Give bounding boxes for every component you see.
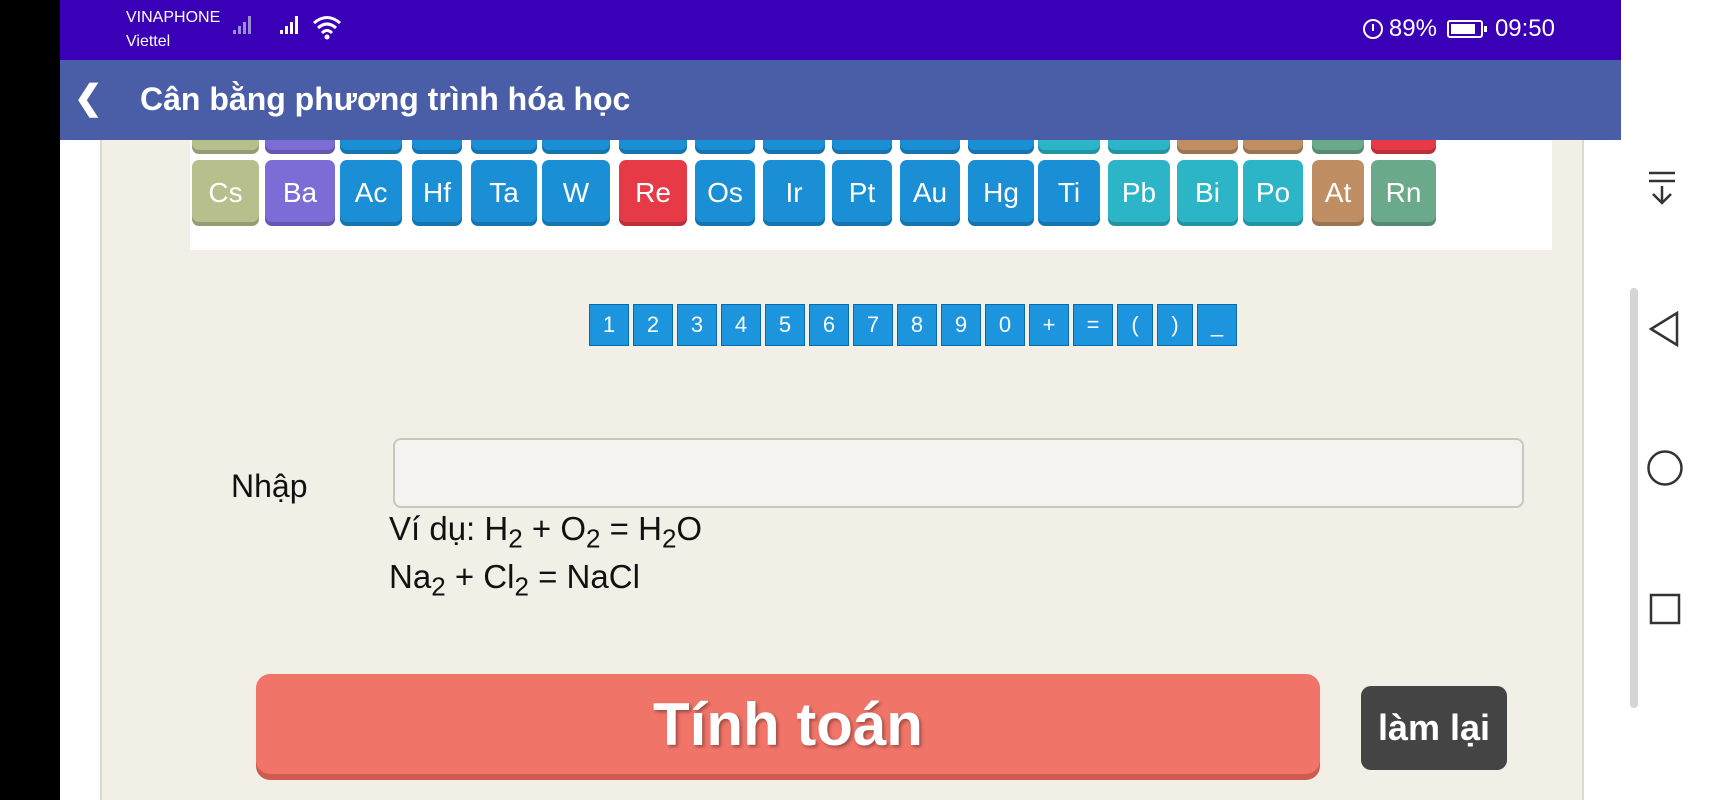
keypad-key-4[interactable]: 4 bbox=[721, 304, 761, 346]
input-label: Nhập bbox=[231, 468, 308, 504]
element-key-cd[interactable]: Cd bbox=[968, 140, 1034, 154]
element-key-pb[interactable]: Pb bbox=[1108, 160, 1170, 226]
element-key-ag[interactable]: Ag bbox=[900, 140, 960, 154]
equation-input[interactable] bbox=[393, 438, 1524, 508]
element-key-mo[interactable]: Mo bbox=[542, 140, 610, 154]
carrier-name-2: Viettel bbox=[126, 33, 171, 50]
element-key-ir[interactable]: Ir bbox=[763, 160, 825, 226]
element-key-po[interactable]: Po bbox=[1243, 160, 1303, 226]
keypad-key-plus[interactable]: + bbox=[1029, 304, 1069, 346]
keypad-key-open-paren[interactable]: ( bbox=[1117, 304, 1153, 346]
clock: 09:50 bbox=[1494, 15, 1555, 42]
element-key-ta[interactable]: Ta bbox=[471, 160, 537, 226]
app-bar: ❮ Cân bằng phương trình hóa học bbox=[60, 60, 1621, 140]
back-icon[interactable]: ❮ bbox=[74, 78, 103, 118]
example-line-1: Ví dụ: H2 + O2 = H2O bbox=[389, 510, 702, 555]
collapse-down-icon[interactable] bbox=[1647, 170, 1677, 206]
example-2-term-b: Cl2 bbox=[483, 558, 529, 602]
example-1-term-c: H2O bbox=[638, 510, 703, 554]
element-key-te[interactable]: Te bbox=[1243, 140, 1303, 154]
element-key-sb[interactable]: Sb bbox=[1177, 140, 1238, 154]
element-key-cs[interactable]: Cs bbox=[192, 160, 259, 226]
example-2-term-a: Na2 bbox=[389, 558, 446, 602]
system-nav-bar bbox=[1621, 0, 1712, 800]
element-key-rh[interactable]: Rh bbox=[763, 140, 825, 154]
example-1-term-a: H2 bbox=[484, 510, 523, 554]
status-right-group: 89% 09:50 bbox=[1362, 15, 1555, 43]
element-key-bi[interactable]: Bi bbox=[1177, 160, 1238, 226]
element-key-sn[interactable]: Sn bbox=[1108, 140, 1170, 154]
keypad-key-2[interactable]: 2 bbox=[633, 304, 673, 346]
keypad-key-8[interactable]: 8 bbox=[897, 304, 937, 346]
battery-icon bbox=[1446, 20, 1487, 38]
wifi-icon bbox=[313, 16, 341, 40]
periodic-table: Rb Sr Y Zr Nb Mo Tc Ru Rh Pd Ag Cd In Sn Sb Te I Xe CsBaAc… bbox=[190, 140, 1552, 250]
element-key-i[interactable]: I bbox=[1312, 140, 1364, 154]
status-bar: VINAPHONE Viettel 89% 09:50 bbox=[60, 0, 1621, 60]
scrollbar[interactable] bbox=[1630, 288, 1638, 708]
element-key-hg[interactable]: Hg bbox=[968, 160, 1034, 226]
keypad-key-6[interactable]: 6 bbox=[809, 304, 849, 346]
home-circle-icon[interactable] bbox=[1646, 449, 1684, 487]
keypad-key-7[interactable]: 7 bbox=[853, 304, 893, 346]
element-key-re[interactable]: Re bbox=[619, 160, 687, 226]
element-key-sr[interactable]: Sr bbox=[265, 140, 335, 154]
element-key-ru[interactable]: Ru bbox=[695, 140, 755, 154]
reset-button[interactable]: làm lại bbox=[1361, 686, 1507, 770]
main-content: Rb Sr Y Zr Nb Mo Tc Ru Rh Pd Ag Cd In Sn Sb Te I Xe CsBaAc… bbox=[60, 140, 1621, 800]
example-2-equals: = bbox=[538, 558, 558, 595]
element-key-rb[interactable]: Rb bbox=[192, 140, 259, 154]
element-key-ba[interactable]: Ba bbox=[265, 160, 335, 226]
element-key-zr[interactable]: Zr bbox=[412, 140, 462, 154]
keypad-key-3[interactable]: 3 bbox=[677, 304, 717, 346]
page-title: Cân bằng phương trình hóa học bbox=[140, 81, 631, 117]
element-key-os[interactable]: Os bbox=[695, 160, 755, 226]
keypad-key-0[interactable]: 0 bbox=[985, 304, 1025, 346]
element-key-pd[interactable]: Pd bbox=[832, 140, 892, 154]
element-key-ti[interactable]: Ti bbox=[1038, 160, 1100, 226]
battery-percent: 89% bbox=[1388, 15, 1437, 42]
element-key-ac[interactable]: Ac bbox=[340, 160, 402, 226]
back-triangle-icon[interactable] bbox=[1648, 311, 1680, 347]
example-2-plus: + bbox=[454, 558, 475, 595]
keypad-key-5[interactable]: 5 bbox=[765, 304, 805, 346]
alarm-icon bbox=[1362, 19, 1383, 39]
element-key-tc[interactable]: Tc bbox=[619, 140, 687, 154]
element-key-hf[interactable]: Hf bbox=[412, 160, 462, 226]
example-2-term-c: NaCl bbox=[566, 558, 640, 595]
example-1-term-b: O2 bbox=[560, 510, 601, 554]
keypad-key-1[interactable]: 1 bbox=[589, 304, 629, 346]
example-1-plus: + bbox=[531, 510, 552, 547]
element-key-pt[interactable]: Pt bbox=[832, 160, 892, 226]
symbol-keypad: 1 2 3 4 5 6 7 8 9 0 + =() _ bbox=[589, 304, 1237, 346]
element-key-xe[interactable]: Xe bbox=[1371, 140, 1436, 154]
keypad-key-close-paren[interactable]: ) bbox=[1157, 304, 1193, 346]
element-key-nb[interactable]: Nb bbox=[471, 140, 537, 154]
keypad-key-9[interactable]: 9 bbox=[941, 304, 981, 346]
carrier-name-1: VINAPHONE bbox=[126, 9, 221, 26]
element-key-y[interactable]: Y bbox=[340, 140, 402, 154]
keypad-key-equals[interactable]: = bbox=[1073, 304, 1113, 346]
example-1-equals: = bbox=[609, 510, 629, 547]
recents-square-icon[interactable] bbox=[1649, 593, 1681, 625]
example-prefix: Ví dụ: bbox=[389, 510, 476, 547]
element-key-rn[interactable]: Rn bbox=[1371, 160, 1436, 226]
element-key-au[interactable]: Au bbox=[900, 160, 960, 226]
example-line-2: Na2 + Cl2 = NaCl bbox=[389, 558, 640, 603]
element-key-at[interactable]: At bbox=[1312, 160, 1364, 226]
keypad-key-underscore[interactable]: _ bbox=[1197, 304, 1237, 346]
calculator-panel: Rb Sr Y Zr Nb Mo Tc Ru Rh Pd Ag Cd In Sn Sb Te I Xe CsBaAc… bbox=[100, 140, 1584, 800]
element-key-in[interactable]: In bbox=[1038, 140, 1100, 154]
element-key-w[interactable]: W bbox=[542, 160, 610, 226]
signal-icon bbox=[233, 16, 253, 34]
signal-icon bbox=[280, 16, 300, 34]
calculate-button[interactable]: Tính toán bbox=[256, 674, 1320, 774]
